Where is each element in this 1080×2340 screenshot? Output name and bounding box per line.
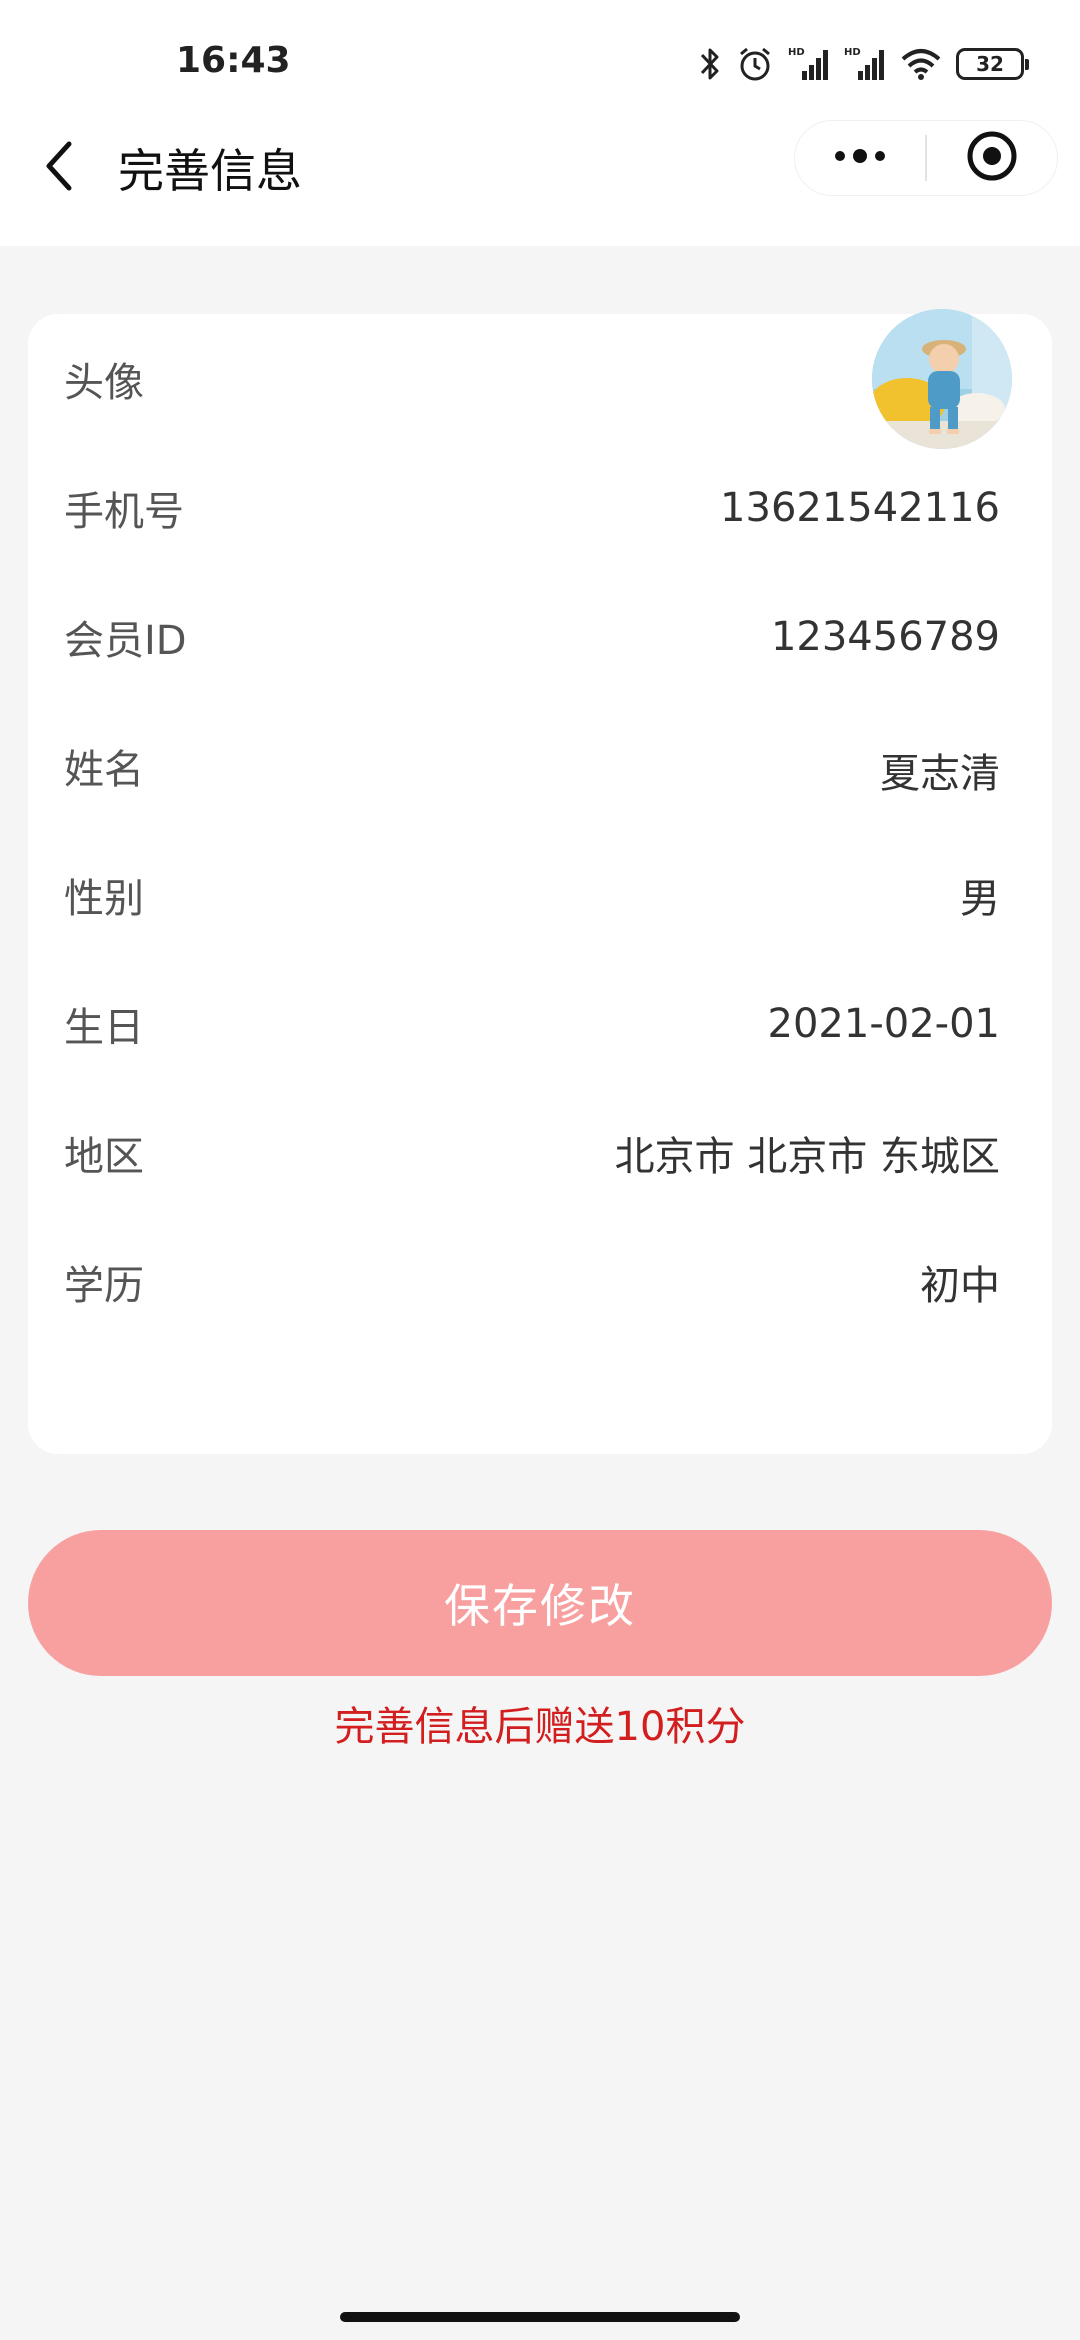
row-value: 初中 — [920, 1262, 1000, 1309]
row-name[interactable]: 姓名 夏志清 — [28, 701, 1052, 830]
row-label: 姓名 — [64, 746, 144, 793]
nav-bar: 完善信息 — [0, 120, 1080, 246]
page-title: 完善信息 — [118, 144, 302, 198]
row-phone[interactable]: 手机号 13621542116 — [28, 443, 1052, 572]
close-miniprogram-button[interactable] — [927, 120, 1057, 196]
status-time: 16:43 — [176, 40, 291, 81]
chevron-left-icon — [43, 140, 77, 196]
wifi-icon — [900, 47, 942, 81]
alarm-icon — [736, 45, 774, 83]
row-gender[interactable]: 性别 男 — [28, 830, 1052, 959]
row-label: 会员ID — [64, 617, 187, 664]
row-value: 北京市 北京市 东城区 — [614, 1133, 1000, 1180]
row-label: 地区 — [64, 1133, 144, 1180]
row-value: 123456789 — [770, 613, 1000, 660]
target-circle-icon — [966, 130, 1018, 186]
home-indicator[interactable] — [340, 2312, 740, 2322]
row-value: 男 — [960, 875, 1000, 922]
profile-info-card: 头像 手机号 13621542116 会员ID 123456789 姓名 夏志清… — [28, 308, 1052, 1454]
svg-text:HD: HD — [788, 47, 805, 58]
hd-signal-icon: HD — [844, 45, 886, 83]
row-member-id[interactable]: 会员ID 123456789 — [28, 572, 1052, 701]
row-value: 夏志清 — [880, 750, 1000, 797]
more-button[interactable] — [795, 120, 925, 196]
avatar[interactable] — [872, 308, 1012, 449]
row-value: 13621542116 — [720, 484, 1000, 531]
mini-program-capsule — [794, 120, 1058, 196]
status-bar: 16:43 HD HD 32 — [0, 0, 1080, 120]
row-label: 生日 — [64, 1004, 144, 1051]
svg-text:HD: HD — [844, 47, 861, 58]
profile-edit-page: 16:43 HD HD 32 完善信息 头像 手机号 13621542116 会… — [0, 0, 1080, 2340]
hd-signal-icon: HD — [788, 45, 830, 83]
row-label: 手机号 — [64, 488, 184, 535]
save-button[interactable]: 保存修改 — [28, 1530, 1052, 1676]
row-region[interactable]: 地区 北京市 北京市 东城区 — [28, 1088, 1052, 1217]
row-label: 性别 — [64, 875, 144, 922]
reward-note: 完善信息后赠送10积分 — [334, 1704, 746, 1750]
battery-level: 32 — [976, 52, 1004, 76]
row-label: 头像 — [64, 359, 144, 406]
more-dots-icon — [832, 148, 888, 168]
row-education[interactable]: 学历 初中 — [28, 1217, 1052, 1346]
status-icons: HD HD 32 — [698, 44, 1029, 84]
row-label: 学历 — [64, 1262, 144, 1309]
row-avatar[interactable]: 头像 — [28, 308, 1052, 449]
back-button[interactable] — [30, 128, 90, 208]
bluetooth-icon — [698, 46, 722, 82]
row-value: 2021-02-01 — [767, 1000, 1000, 1047]
row-birthday[interactable]: 生日 2021-02-01 — [28, 959, 1052, 1088]
battery-icon: 32 — [956, 48, 1029, 80]
